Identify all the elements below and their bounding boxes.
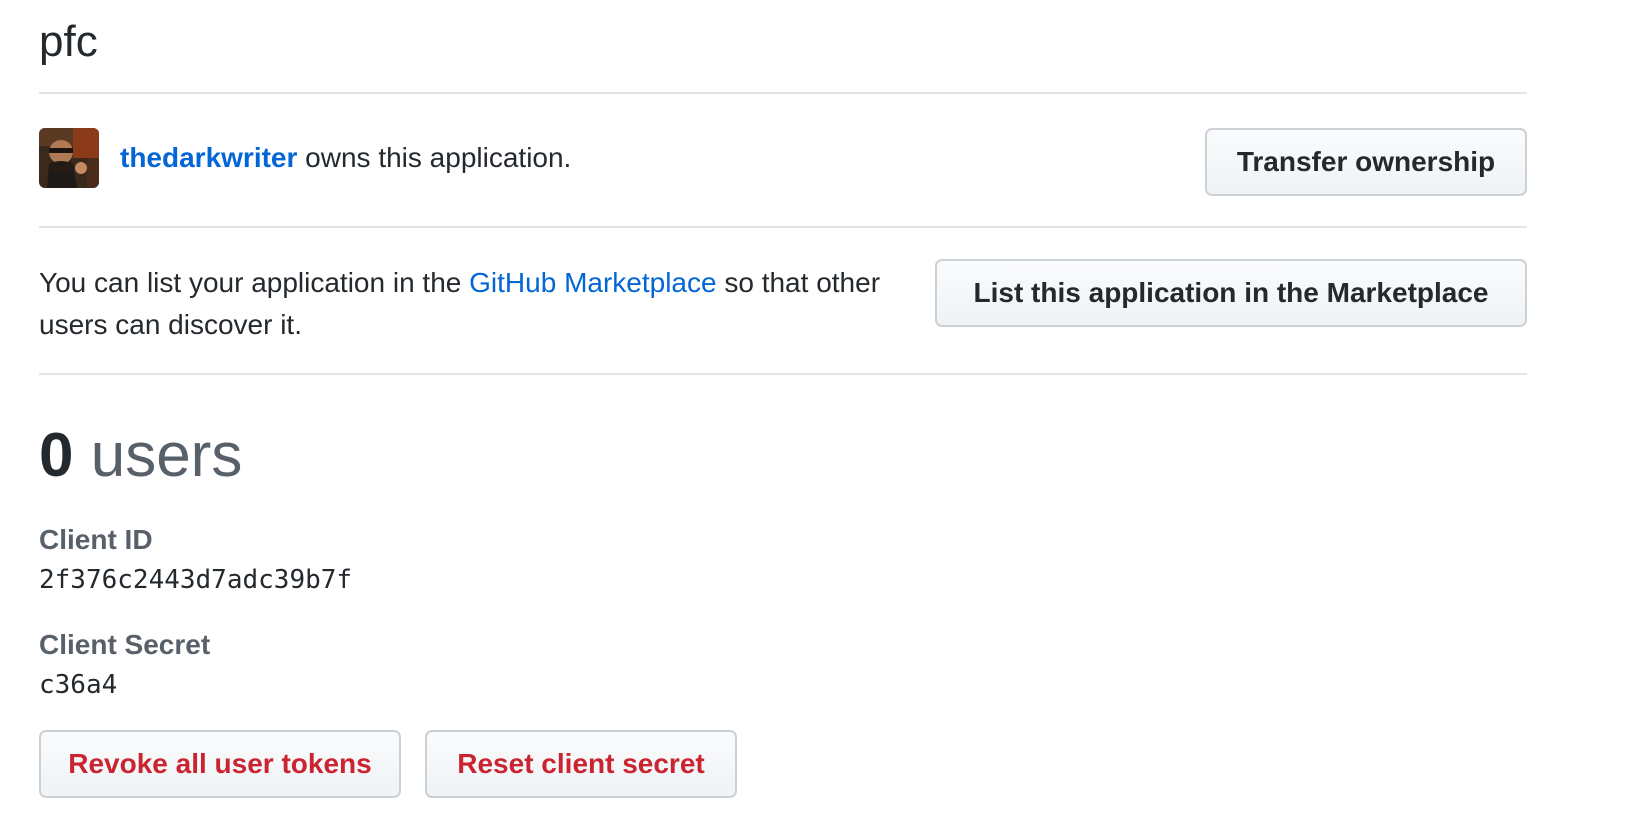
- list-in-marketplace-button[interactable]: List this application in the Marketplace: [935, 259, 1527, 327]
- client-secret-label: Client Secret: [39, 629, 211, 660]
- github-marketplace-link[interactable]: GitHub Marketplace: [469, 267, 716, 298]
- owner-suffix-text: owns this application.: [297, 142, 572, 173]
- transfer-ownership-button[interactable]: Transfer ownership: [1205, 128, 1527, 196]
- divider: [39, 226, 1527, 228]
- client-id-label: Client ID: [39, 524, 153, 555]
- reset-client-secret-button[interactable]: Reset client secret: [425, 730, 737, 798]
- client-secret-value: c36a4: [39, 670, 118, 700]
- divider: [39, 373, 1527, 375]
- users-count-number: 0: [39, 421, 74, 490]
- divider: [39, 92, 1527, 94]
- users-count-label: users: [90, 421, 243, 490]
- revoke-all-user-tokens-button[interactable]: Revoke all user tokens: [39, 730, 401, 798]
- marketplace-description: You can list your application in the Git…: [39, 262, 919, 346]
- page-title: pfc: [39, 17, 98, 66]
- user-avatar-icon: [39, 128, 99, 188]
- users-count: 0 users: [39, 418, 242, 494]
- client-id-value: 2f376c2443d7adc39b7f: [39, 565, 353, 595]
- avatar[interactable]: [39, 128, 99, 188]
- owner-statement: thedarkwriter owns this application.: [120, 140, 571, 176]
- owner-username-link[interactable]: thedarkwriter: [120, 142, 297, 173]
- marketplace-text-before: You can list your application in the: [39, 267, 470, 298]
